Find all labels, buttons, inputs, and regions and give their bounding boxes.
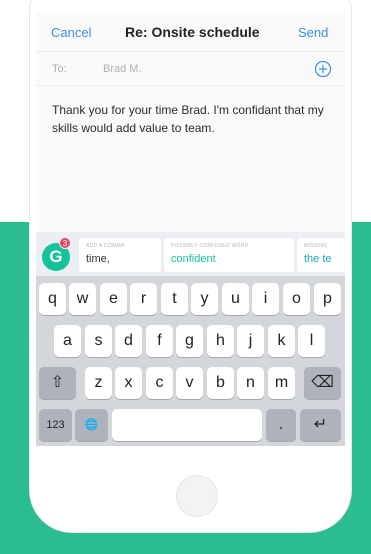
- key-f[interactable]: f: [146, 325, 173, 357]
- mail-compose-screen: Cancel Re: Onsite schedule Send To: Brad…: [36, 12, 345, 446]
- suggestion-card-missing[interactable]: MISSING the te: [297, 238, 345, 272]
- send-button[interactable]: Send: [298, 25, 328, 40]
- cancel-button[interactable]: Cancel: [51, 25, 91, 40]
- grammarly-suggestion-bar: G 3 ADD A COMMA time, POSSIBLY CONFUSED …: [36, 232, 345, 276]
- key-i[interactable]: i: [252, 283, 279, 315]
- to-label: To:: [52, 63, 67, 75]
- add-recipient-icon[interactable]: [314, 60, 332, 78]
- phone-frame: Cancel Re: Onsite schedule Send To: Brad…: [30, 0, 351, 532]
- key-l[interactable]: l: [298, 325, 325, 357]
- key-d[interactable]: d: [115, 325, 142, 357]
- key-x[interactable]: x: [115, 367, 142, 399]
- key-g[interactable]: g: [176, 325, 203, 357]
- subject-title: Re: Onsite schedule: [125, 24, 260, 40]
- period-key[interactable]: .: [266, 409, 296, 441]
- suggestion-card-confused-word[interactable]: POSSIBLY CONFUSED WORD confident: [164, 238, 294, 272]
- suggestion-word: time,: [86, 253, 110, 265]
- key-j[interactable]: j: [237, 325, 264, 357]
- key-s[interactable]: s: [85, 325, 112, 357]
- key-e[interactable]: e: [100, 283, 127, 315]
- keyboard: G 3 ADD A COMMA time, POSSIBLY CONFUSED …: [36, 232, 345, 446]
- home-button[interactable]: [176, 475, 218, 517]
- key-q[interactable]: q: [39, 283, 66, 315]
- suggestion-hint: POSSIBLY CONFUSED WORD: [171, 243, 249, 249]
- key-m[interactable]: m: [268, 367, 295, 399]
- key-y[interactable]: y: [191, 283, 218, 315]
- key-u[interactable]: u: [222, 283, 249, 315]
- key-z[interactable]: z: [85, 367, 112, 399]
- suggestion-word: the te: [304, 253, 332, 265]
- backspace-key[interactable]: ⌫: [304, 367, 341, 399]
- compose-nav-bar: Cancel Re: Onsite schedule Send: [36, 12, 345, 52]
- key-v[interactable]: v: [176, 367, 203, 399]
- key-h[interactable]: h: [207, 325, 234, 357]
- suggestion-word: confident: [171, 253, 216, 265]
- message-body[interactable]: Thank you for your time Brad. I'm confid…: [52, 101, 342, 137]
- suggestion-hint: MISSING: [304, 243, 328, 249]
- key-b[interactable]: b: [207, 367, 234, 399]
- to-recipient[interactable]: Brad M.: [103, 63, 142, 75]
- to-field-row[interactable]: To: Brad M.: [36, 52, 345, 86]
- key-c[interactable]: c: [146, 367, 173, 399]
- shift-key[interactable]: ⇧: [39, 367, 76, 399]
- key-n[interactable]: n: [237, 367, 264, 399]
- numbers-key[interactable]: 123: [39, 409, 72, 441]
- key-w[interactable]: w: [69, 283, 96, 315]
- globe-icon[interactable]: 🌐: [75, 409, 108, 441]
- key-p[interactable]: p: [314, 283, 341, 315]
- grammarly-alert-badge: 3: [59, 237, 71, 249]
- key-r[interactable]: r: [130, 283, 157, 315]
- suggestion-card-comma[interactable]: ADD A COMMA time,: [79, 238, 161, 272]
- key-a[interactable]: a: [54, 325, 81, 357]
- space-key[interactable]: [112, 409, 262, 441]
- key-k[interactable]: k: [268, 325, 295, 357]
- suggestion-hint: ADD A COMMA: [86, 243, 125, 249]
- key-t[interactable]: t: [161, 283, 188, 315]
- return-key[interactable]: ↵: [300, 409, 341, 441]
- key-o[interactable]: o: [283, 283, 310, 315]
